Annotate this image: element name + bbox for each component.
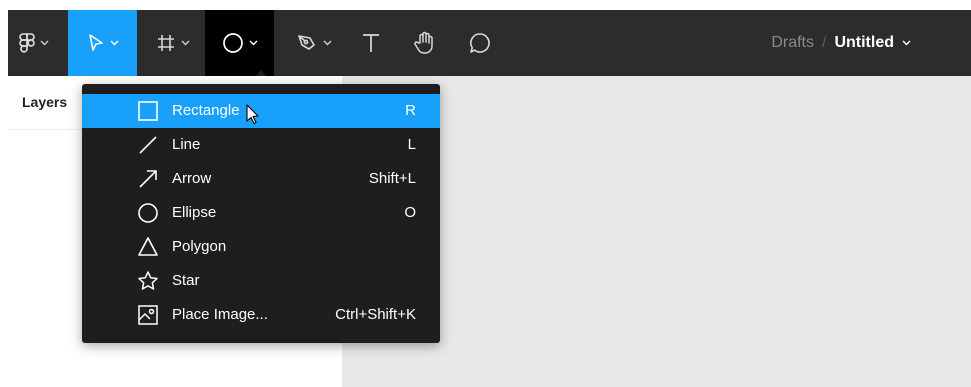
menu-item-label: Rectangle	[172, 102, 240, 119]
chevron-down-icon	[323, 40, 332, 46]
image-icon	[137, 304, 159, 326]
menu-item-polygon[interactable]: Polygon	[82, 230, 440, 264]
menu-item-line[interactable]: Line L	[82, 128, 440, 162]
chevron-down-icon	[249, 40, 257, 46]
chevron-down-icon	[110, 40, 118, 46]
comment-tool-button[interactable]	[460, 10, 500, 76]
shape-tool-button[interactable]	[205, 10, 274, 77]
menu-item-label: Arrow	[172, 170, 212, 187]
top-toolbar: Drafts / Untitled	[8, 10, 971, 77]
menu-item-star[interactable]: Star	[82, 264, 440, 298]
menu-item-ellipse[interactable]: Ellipse O	[82, 196, 440, 230]
menu-item-shortcut: Ctrl+Shift+K	[335, 306, 416, 323]
doc-name-label[interactable]: Untitled	[834, 34, 894, 52]
menu-item-label: Place Image...	[172, 306, 268, 323]
rectangle-icon	[137, 100, 159, 122]
menu-item-label: Ellipse	[172, 204, 217, 221]
menu-item-shortcut: R	[405, 102, 416, 119]
chevron-down-icon[interactable]	[902, 40, 911, 46]
frame-tool-button[interactable]	[148, 10, 198, 76]
doc-separator: /	[822, 34, 827, 51]
menu-item-rectangle[interactable]: Rectangle R	[82, 94, 440, 128]
shape-menu-list: Rectangle R Line L Arrow Shift+L Ellipse…	[82, 94, 440, 332]
comment-icon	[470, 33, 490, 53]
pen-icon	[298, 35, 315, 50]
menu-item-shortcut: Shift+L	[368, 170, 416, 187]
menu-item-place-image[interactable]: Place Image... Ctrl+Shift+K	[82, 298, 440, 332]
menu-item-shortcut: O	[404, 204, 416, 221]
hand-icon	[414, 31, 433, 54]
polygon-icon	[137, 236, 159, 258]
move-tool-button[interactable]	[68, 10, 137, 76]
figma-logo-icon	[19, 33, 35, 53]
document-title[interactable]: Drafts / Untitled	[771, 10, 911, 76]
text-icon	[363, 34, 379, 52]
menu-item-arrow[interactable]: Arrow Shift+L	[82, 162, 440, 196]
doc-folder-label[interactable]: Drafts	[771, 34, 814, 52]
mouse-cursor-icon	[246, 104, 259, 124]
text-tool-button[interactable]	[353, 10, 389, 76]
menu-item-label: Line	[172, 136, 201, 153]
arrow-icon	[137, 168, 159, 190]
line-icon	[137, 134, 159, 156]
tab-layers[interactable]: Layers	[22, 94, 67, 110]
star-icon	[137, 270, 159, 292]
menu-item-shortcut: L	[407, 136, 416, 153]
main-menu-button[interactable]	[8, 10, 60, 76]
chevron-down-icon	[181, 40, 190, 46]
ellipse-icon	[137, 202, 159, 224]
hash-icon	[158, 35, 174, 51]
menu-item-label: Polygon	[172, 238, 227, 255]
hand-tool-button[interactable]	[406, 10, 442, 76]
circle-icon	[222, 33, 243, 53]
chevron-down-icon	[40, 40, 49, 46]
pen-tool-button[interactable]	[284, 10, 344, 76]
shape-tools-menu: Rectangle R Line L Arrow Shift+L Ellipse…	[82, 84, 440, 343]
menu-item-label: Star	[172, 272, 200, 289]
cursor-arrow-icon	[88, 34, 103, 51]
